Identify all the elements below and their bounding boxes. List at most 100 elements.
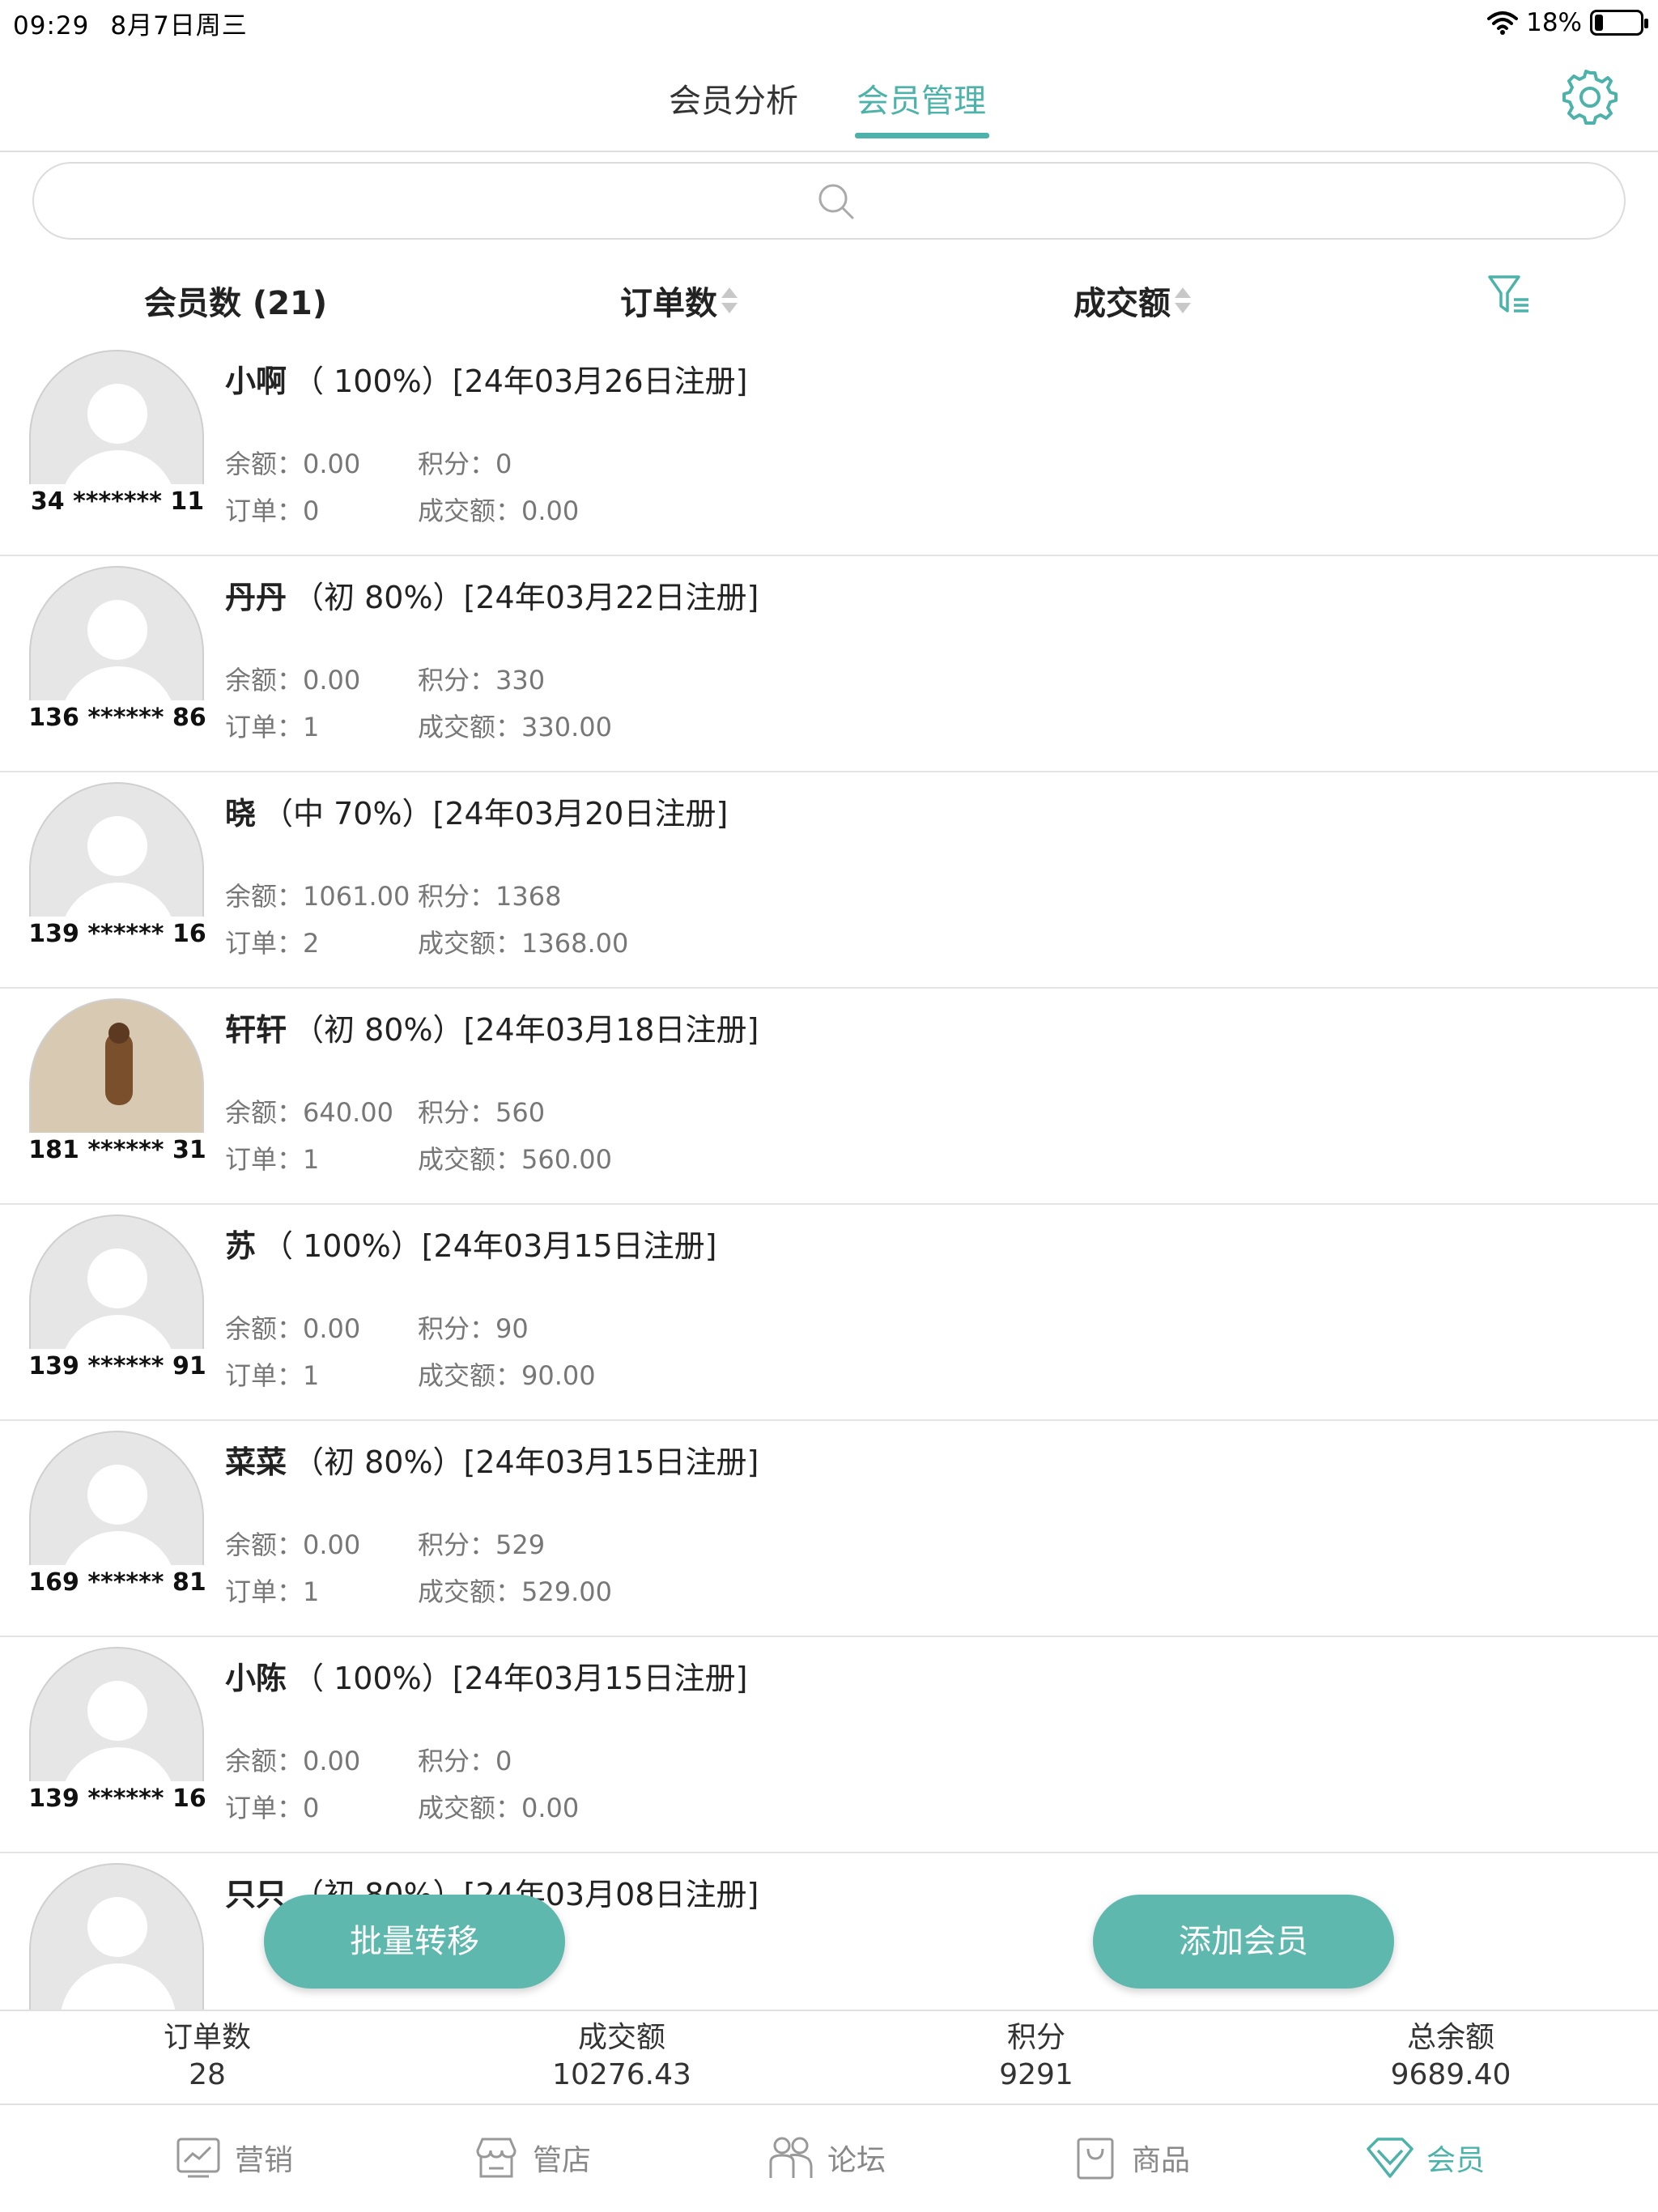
member-title: 菜菜 （初 80%）[24年03月15日注册] — [225, 1437, 759, 1482]
avatar-head — [87, 1249, 147, 1308]
field-value: 0.00 — [521, 1793, 580, 1823]
member-row[interactable]: 136 ****** 86 丹丹 （初 80%）[24年03月22日注册] 余额：0.… — [0, 556, 1658, 772]
member-balance: 余额：0.00 — [225, 444, 360, 481]
field-label: 成交额： — [418, 1576, 522, 1607]
member-title: 小陈（ 100%）[24年03月15日注册] — [225, 1653, 747, 1698]
member-phone: 181 ****** 31 — [28, 1133, 207, 1168]
member-points: 积分：0 — [418, 444, 512, 481]
member-count-label: 会员数 (21) — [144, 277, 327, 324]
summary-label: 积分 — [1006, 2021, 1065, 2054]
tab-member-management[interactable]: 会员管理 — [857, 74, 986, 121]
member-level-info: （中 70%）[24年03月20日注册] — [262, 796, 729, 832]
avatar-head — [87, 384, 147, 444]
avatar-head — [87, 1897, 147, 1957]
people-icon — [769, 2137, 813, 2178]
member-row[interactable]: 139 ****** 91 苏（ 100%）[24年03月15日注册] 余额：0.0… — [0, 1205, 1658, 1421]
nav-item-marketing[interactable]: 营销 — [173, 2129, 293, 2186]
battery-icon — [1590, 10, 1648, 36]
summary-value: 28 — [189, 2058, 226, 2091]
status-bar: 09:29 8月7日周三 18% — [0, 0, 1658, 44]
member-orders: 订单：1 — [225, 707, 319, 744]
field-value: 560.00 — [521, 1144, 612, 1175]
member-row[interactable]: 只只（初 80%）[24年03月08日注册] — [0, 1853, 1658, 2010]
nav-label: 商品 — [1132, 2144, 1191, 2177]
member-phone: 139 ****** 16 — [28, 917, 207, 952]
status-date: 8月7日周三 — [110, 11, 248, 40]
member-row[interactable]: 139 ****** 16 小陈（ 100%）[24年03月15日注册] 余额：0.… — [0, 1637, 1658, 1853]
member-row[interactable]: 34 ******* 11 小啊（ 100%）[24年03月26日注册] 余额：0.… — [0, 340, 1658, 556]
field-value: 0 — [495, 1746, 512, 1776]
member-balance: 余额：0.00 — [225, 1741, 360, 1778]
status-time-date: 09:29 8月7日周三 — [13, 5, 269, 41]
member-row[interactable]: 139 ****** 16 晓（中 70%）[24年03月20日注册] 余额：106… — [0, 772, 1658, 989]
member-phone: 139 ****** 16 — [28, 1781, 207, 1817]
field-value: 1 — [303, 712, 320, 742]
batch-transfer-button[interactable]: 批量转移 — [264, 1895, 565, 1989]
bag-icon — [1077, 2138, 1114, 2180]
member-amount: 成交额：529.00 — [418, 1572, 612, 1609]
nav-item-forum[interactable]: 论坛 — [766, 2129, 886, 2186]
field-label: 订单： — [225, 1144, 304, 1175]
member-points: 积分：560 — [418, 1092, 545, 1129]
nav-item-members[interactable]: 会员 — [1365, 2129, 1485, 2186]
member-row[interactable]: 181 ****** 31 轩轩 （初 80%）[24年03月18日注册] 余额：64… — [0, 989, 1658, 1205]
field-value: 0.00 — [303, 665, 361, 696]
member-level-info: （ 100%）[24年03月15日注册] — [262, 1228, 717, 1264]
field-label: 余额： — [225, 1313, 304, 1344]
member-name: 小啊 — [225, 364, 287, 399]
orders-column-label: 订单数 — [620, 285, 717, 322]
member-name: 苏 — [225, 1228, 257, 1264]
member-phone: 34 ******* 11 — [28, 484, 207, 520]
member-amount: 成交额：330.00 — [418, 707, 612, 744]
list-column-header: 会员数 (21) 订单数 成交额 — [0, 267, 1658, 332]
filter-icon[interactable] — [1486, 272, 1532, 317]
member-level-info: （初 80%）[24年03月15日注册] — [293, 1444, 759, 1480]
avatar-head — [87, 1465, 147, 1525]
field-label: 成交额： — [418, 1793, 522, 1823]
member-points: 积分：90 — [418, 1308, 529, 1346]
member-orders: 订单：1 — [225, 1572, 319, 1609]
field-label: 积分： — [418, 1097, 496, 1128]
field-value: 0.00 — [303, 1529, 361, 1560]
member-count-text: 会员数 (21) — [144, 285, 328, 322]
tab-member-analysis[interactable]: 会员分析 — [669, 74, 798, 121]
summary-label: 成交额 — [577, 2021, 665, 2054]
field-label: 订单： — [225, 1360, 304, 1391]
nav-item-products[interactable]: 商品 — [1070, 2129, 1190, 2186]
diamond-icon — [1367, 2138, 1414, 2178]
field-value: 330.00 — [521, 712, 612, 742]
add-member-button[interactable]: 添加会员 — [1093, 1895, 1394, 1989]
field-label: 订单： — [225, 1576, 304, 1607]
field-label: 积分： — [418, 1313, 496, 1344]
member-name: 晓 — [225, 796, 257, 832]
member-title: 晓（中 70%）[24年03月20日注册] — [225, 789, 728, 833]
field-label: 余额： — [225, 665, 304, 696]
member-balance: 余额：640.00 — [225, 1092, 393, 1129]
sort-by-amount[interactable]: 成交额 — [1073, 277, 1192, 324]
gear-icon[interactable] — [1561, 68, 1619, 126]
battery-percent: 18% — [1526, 8, 1582, 37]
field-value: 560 — [495, 1097, 546, 1128]
member-amount: 成交额：0.00 — [418, 1788, 579, 1825]
field-label: 成交额： — [418, 928, 522, 959]
summary-points: 积分 9291 — [915, 2019, 1158, 2094]
sort-by-orders[interactable]: 订单数 — [620, 277, 738, 324]
member-level-info: （初 80%）[24年03月18日注册] — [293, 1012, 759, 1048]
member-phone: 139 ****** 91 — [28, 1349, 207, 1385]
field-value: 0.00 — [303, 1313, 361, 1344]
amount-column-label: 成交额 — [1073, 285, 1171, 322]
nav-item-store[interactable]: 管店 — [471, 2129, 591, 2186]
member-level-info: （ 100%）[24年03月15日注册] — [293, 1661, 748, 1696]
member-list[interactable]: 34 ******* 11 小啊（ 100%）[24年03月26日注册] 余额：0.… — [0, 340, 1658, 2010]
member-row[interactable]: 169 ****** 81 菜菜 （初 80%）[24年03月15日注册] 余额：0.… — [0, 1421, 1658, 1637]
summary-value: 9291 — [999, 2058, 1073, 2091]
status-indicators: 18% — [1487, 6, 1648, 39]
chart-icon — [176, 2138, 220, 2178]
field-label: 余额： — [225, 881, 304, 912]
field-value: 330 — [495, 665, 546, 696]
field-label: 积分： — [418, 881, 496, 912]
field-value: 2 — [303, 928, 320, 959]
field-label: 成交额： — [418, 1360, 522, 1391]
field-value: 0.00 — [303, 449, 361, 479]
field-label: 成交额： — [418, 1144, 522, 1175]
